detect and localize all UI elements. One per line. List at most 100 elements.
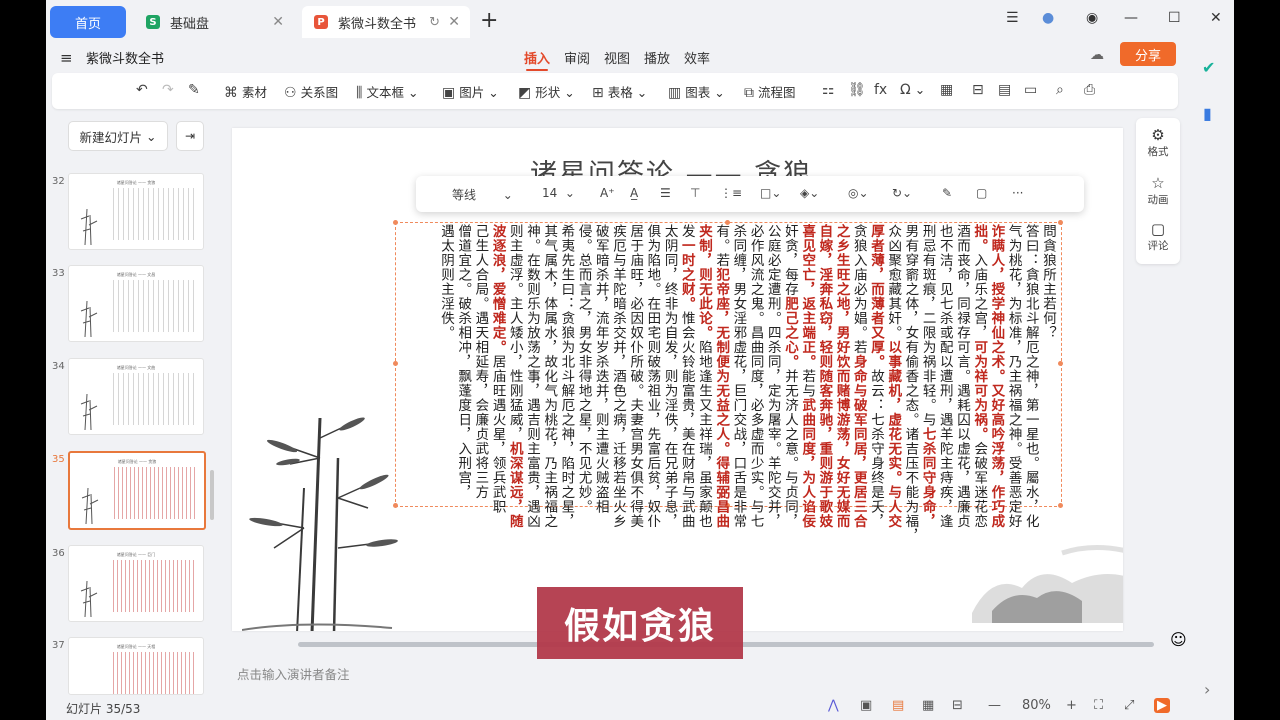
menu-tab-insert[interactable]: 插入 xyxy=(524,48,550,71)
formula-icon[interactable]: fx xyxy=(874,82,891,98)
notes-view-icon[interactable]: ▤ xyxy=(892,698,904,713)
header-footer-icon[interactable]: ⊟ xyxy=(972,82,988,98)
redo-icon[interactable]: ↷ xyxy=(162,82,178,98)
object-icon[interactable]: ▭ xyxy=(1024,82,1041,98)
avatar[interactable]: ◉ xyxy=(1086,10,1098,26)
grow-font-icon[interactable]: A⁺ xyxy=(600,186,615,200)
text-column: 之乡生旺之地，男好饮而赌博游荡，女好无媒而 xyxy=(833,224,850,529)
slide-thumbnail-35[interactable]: 诸星问答论 —— 贪狼 xyxy=(68,451,206,530)
slide-thumbnail-32[interactable]: 诸星问答论 —— 贪狼 xyxy=(68,173,204,250)
slide-thumbnail-33[interactable]: 诸星问答论 —— 文昌 xyxy=(68,265,204,342)
share-button[interactable]: 分享 xyxy=(1120,42,1176,66)
search-icon[interactable]: ⌕ xyxy=(1056,82,1068,98)
text-column: 己生人合局。遇天相延寿，会廉贞武将三方 xyxy=(472,224,489,500)
chat-icon[interactable]: ● xyxy=(1042,10,1054,26)
more-icon[interactable]: ··· xyxy=(1012,186,1023,200)
cloud-sync-icon[interactable]: ☁ xyxy=(1090,47,1104,63)
bamboo-illustration xyxy=(80,393,98,430)
notes-app-icon[interactable]: ▮ xyxy=(1203,104,1212,123)
slide-thumbnail-37[interactable]: 诸星问答论 —— 天相 xyxy=(68,637,204,695)
fill-icon[interactable]: ◈⌄ xyxy=(800,186,819,200)
mindmap-icon[interactable]: ⚏ xyxy=(822,82,839,98)
play-icon[interactable]: ▶ xyxy=(1154,698,1170,713)
new-slide-button[interactable]: 新建幻灯片 ⌄ xyxy=(68,121,168,151)
close-icon[interactable]: ✕ xyxy=(272,14,284,30)
text-direction-icon[interactable]: ⊤ xyxy=(690,186,700,200)
qrcode-icon[interactable]: ▦ xyxy=(940,82,957,98)
zoom-in-icon[interactable]: + xyxy=(1066,698,1077,713)
tab-home[interactable]: 首页 xyxy=(50,6,126,38)
menu-tab-review[interactable]: 审阅 xyxy=(564,48,590,67)
resize-handle[interactable] xyxy=(1058,361,1063,366)
menu-tab-efficiency[interactable]: 效率 xyxy=(684,48,710,67)
format-panel-button[interactable]: ⚙ 格式 xyxy=(1136,126,1180,159)
text-column: 問貪狼所主若何？ xyxy=(1040,224,1056,340)
text-column: 气为桃花，为标准，乃主祸福之神。受善恶定好 xyxy=(1005,224,1022,529)
tab-doc-ziwei[interactable]: P 紫微斗数全书 ↻ ✕ xyxy=(302,6,470,38)
resize-handle[interactable] xyxy=(393,361,398,366)
print-icon[interactable]: ⎙ xyxy=(1084,82,1099,98)
list-icon[interactable]: ⋮≡ xyxy=(720,186,742,200)
text-column: 自嫁，淫奔私窃，轻则随客奔驰，重则游于歌妓 xyxy=(816,224,833,529)
sorter-view-icon[interactable]: ▦ xyxy=(922,698,934,713)
tab-doc-jichupan[interactable]: S 基础盘 ✕ xyxy=(134,6,294,38)
new-tab-button[interactable]: + xyxy=(480,10,498,32)
fullscreen-icon[interactable]: ⤢ xyxy=(1124,698,1134,713)
font-select[interactable]: 等线 ⌄ xyxy=(452,186,513,203)
slide-thumbnail-36[interactable]: 诸星问答论 —— 巨门 xyxy=(68,545,204,622)
align-icon[interactable]: ☰ xyxy=(660,186,671,200)
table-button[interactable]: ⊞ 表格 ⌄ xyxy=(592,82,647,101)
material-button[interactable]: ⌘ 素材 xyxy=(224,82,267,101)
reading-view-icon[interactable]: ⊟ xyxy=(952,698,963,713)
animation-panel-button[interactable]: ☆ 动画 xyxy=(1136,174,1180,207)
panel-scrollbar[interactable] xyxy=(210,470,214,520)
resize-handle[interactable] xyxy=(393,503,398,508)
speaker-notes[interactable]: 点击输入演讲者备注 xyxy=(237,664,350,683)
assistant-avatar-icon[interactable]: ☺ xyxy=(1170,630,1187,649)
text-column: 也不洁，见七杀或配以遭刑，遇羊陀主痔疾，逢 xyxy=(936,224,953,529)
menu-lines-icon[interactable]: ☰ xyxy=(1006,10,1019,26)
menu-tab-play[interactable]: 播放 xyxy=(644,48,670,67)
font-size-select[interactable]: 14 ⌄ xyxy=(542,186,575,200)
comment-icon[interactable]: ▢ xyxy=(976,186,987,200)
window-close-icon[interactable]: ✕ xyxy=(1210,10,1222,26)
collapse-panel-icon[interactable]: ⇥ xyxy=(176,121,204,151)
check-app-icon[interactable]: ✔ xyxy=(1202,58,1215,77)
minimize-icon[interactable]: — xyxy=(1124,10,1138,26)
format-painter-icon[interactable]: ✎ xyxy=(188,82,204,98)
symbol-icon[interactable]: Ω ⌄ xyxy=(900,82,925,98)
text-column: 太阴同，终非为自发，则为淫佚，在兄弟子息， xyxy=(661,224,678,529)
menu-tab-view[interactable]: 视图 xyxy=(604,48,630,67)
chart-button[interactable]: ▥ 图表 ⌄ xyxy=(668,82,725,101)
zoom-level[interactable]: 80% xyxy=(1022,698,1051,713)
hamburger-icon[interactable]: ≡ xyxy=(60,49,73,67)
close-icon[interactable]: ✕ xyxy=(448,14,460,30)
link-icon[interactable]: ⛓ xyxy=(848,82,870,98)
resize-handle[interactable] xyxy=(1058,220,1063,225)
comment-panel-button[interactable]: ▢ 评论 xyxy=(1136,220,1180,253)
border-icon[interactable]: □⌄ xyxy=(760,186,781,200)
menu-row: ≡ 紫微斗数全书 插入 审阅 视图 播放 效率 ☁ 分享 xyxy=(46,42,1234,71)
thumb-title: 诸星问答论 —— 巨门 xyxy=(116,552,156,557)
resize-handle[interactable] xyxy=(393,220,398,225)
ai-icon[interactable]: ⋀ xyxy=(828,698,839,713)
picture-button[interactable]: ▣ 图片 ⌄ xyxy=(442,82,499,101)
font-color-icon[interactable]: A̲ xyxy=(630,186,638,200)
relation-chart-button[interactable]: ⚇ 关系图 xyxy=(284,82,338,101)
flowchart-button[interactable]: ⧉ 流程图 xyxy=(744,82,796,101)
undo-icon[interactable]: ↶ xyxy=(136,82,152,98)
zoom-out-icon[interactable]: — xyxy=(988,698,1001,713)
normal-view-icon[interactable]: ▣ xyxy=(860,698,872,713)
layers-icon[interactable]: ◎⌄ xyxy=(848,186,869,200)
maximize-icon[interactable]: ☐ xyxy=(1168,10,1181,26)
resize-handle[interactable] xyxy=(1058,503,1063,508)
brush-icon[interactable]: ✎ xyxy=(942,186,952,200)
shape-button[interactable]: ◩ 形状 ⌄ xyxy=(518,82,575,101)
reload-icon[interactable]: ↻ xyxy=(429,15,440,30)
textbox-button[interactable]: ⫼ 文本框 ⌄ xyxy=(356,82,418,101)
rotate-icon[interactable]: ↻⌄ xyxy=(892,186,912,200)
text-column: 诈瞒人，授学神仙之术。又好高吟浮荡，作巧成 xyxy=(988,224,1005,529)
fit-window-icon[interactable]: ⛶ xyxy=(1094,698,1103,713)
slide-thumbnail-34[interactable]: 诸星问答论 —— 文曲 xyxy=(68,358,204,435)
slide-number-icon[interactable]: ▤ xyxy=(998,82,1015,98)
